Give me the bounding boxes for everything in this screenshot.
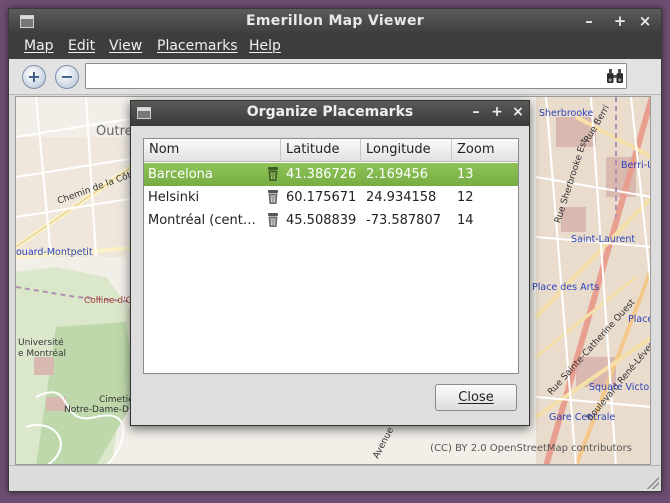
menu-help[interactable]: Help xyxy=(249,38,281,54)
placemark-zoom: 14 xyxy=(457,213,474,228)
map-label-universite-2: e Montréal xyxy=(18,349,66,359)
map-label-square-victoria: Square Victor xyxy=(589,382,651,393)
map-label-place: Place xyxy=(628,314,651,325)
placemark-row[interactable]: Montréal (cent… 45.508839 -73.587807 14 xyxy=(144,209,518,232)
status-bar xyxy=(9,465,661,491)
map-label-cimetiere-1: Cimetie xyxy=(99,395,134,405)
binoculars-icon[interactable] xyxy=(606,67,624,85)
map-attribution: (CC) BY 2.0 OpenStreetMap contributors xyxy=(430,443,632,454)
dialog-minimize-button[interactable]: – xyxy=(467,102,485,122)
title-bar[interactable]: Emerillon Map Viewer – + × xyxy=(9,9,661,35)
placemark-name: Montréal (cent… xyxy=(148,213,256,228)
resize-grip-icon[interactable] xyxy=(647,477,659,489)
map-label-saint-laurent: Saint-Laurent xyxy=(571,234,636,245)
minimize-button[interactable]: – xyxy=(579,11,599,31)
zoom-in-icon: + xyxy=(27,67,41,86)
map-label-colline: Colline d'O xyxy=(84,296,133,306)
map-label-berri-uqam: Berri-U xyxy=(621,160,651,171)
map-label-cimetiere-2: Notre-Dame-D xyxy=(64,405,129,415)
zoom-in-button[interactable]: + xyxy=(22,65,46,89)
map-label-place-des-arts: Place des Arts xyxy=(532,282,600,293)
column-header-latitude[interactable]: Latitude xyxy=(281,139,361,161)
column-header-name[interactable]: Nom xyxy=(144,139,281,161)
toolbar: + − xyxy=(9,59,661,95)
placemark-zoom: 13 xyxy=(457,167,474,182)
window-title: Emerillon Map Viewer xyxy=(246,13,424,29)
menu-placemarks[interactable]: Placemarks xyxy=(157,38,238,54)
search-input[interactable] xyxy=(85,63,627,89)
menu-edit[interactable]: Edit xyxy=(68,38,95,54)
menu-map[interactable]: Map xyxy=(24,38,54,54)
map-label-sherbrooke: Sherbrooke xyxy=(539,108,594,119)
dialog-title-bar[interactable]: Organize Placemarks – + × xyxy=(131,101,529,126)
close-window-button[interactable]: × xyxy=(635,11,655,31)
map-label-gare-centrale: Gare Centrale xyxy=(549,412,616,423)
organize-placemarks-dialog: Organize Placemarks – + × Nom Latitude L… xyxy=(130,100,530,426)
placemark-zoom: 12 xyxy=(457,190,474,205)
zoom-out-button[interactable]: − xyxy=(55,65,79,89)
column-header-longitude[interactable]: Longitude xyxy=(361,139,452,161)
column-header-zoom[interactable]: Zoom xyxy=(452,139,518,161)
placemark-name: Helsinki xyxy=(148,190,200,205)
placemark-row[interactable]: Barcelona 41.386726 2.169456 13 xyxy=(144,163,518,186)
placemarks-list[interactable]: Nom Latitude Longitude Zoom Barcelona 41… xyxy=(143,138,519,374)
close-button[interactable]: Close xyxy=(435,384,517,411)
trash-icon[interactable] xyxy=(266,166,280,182)
placemark-name: Barcelona xyxy=(148,167,213,182)
zoom-out-icon: − xyxy=(60,67,74,86)
placemark-latitude: 60.175671 xyxy=(286,190,357,205)
map-label-outremont: Outre xyxy=(96,124,133,139)
trash-icon[interactable] xyxy=(266,212,280,228)
dialog-maximize-button[interactable]: + xyxy=(488,102,506,122)
trash-icon[interactable] xyxy=(266,189,280,205)
placemark-latitude: 45.508839 xyxy=(286,213,357,228)
maximize-button[interactable]: + xyxy=(610,11,630,31)
list-header: Nom Latitude Longitude Zoom xyxy=(144,139,518,162)
dialog-close-button[interactable]: × xyxy=(509,102,527,122)
placemark-row[interactable]: Helsinki 60.175671 24.934158 12 xyxy=(144,186,518,209)
placemark-longitude: 24.934158 xyxy=(366,190,437,205)
placemark-latitude: 41.386726 xyxy=(286,167,357,182)
menu-bar: Map Edit View Placemarks Help xyxy=(9,35,661,59)
map-label-montpetit: ouard-Montpetit xyxy=(16,247,93,258)
menu-view[interactable]: View xyxy=(109,38,142,54)
map-label-universite-1: Université xyxy=(18,338,64,348)
placemark-longitude: -73.587807 xyxy=(366,213,441,228)
placemark-longitude: 2.169456 xyxy=(366,167,429,182)
